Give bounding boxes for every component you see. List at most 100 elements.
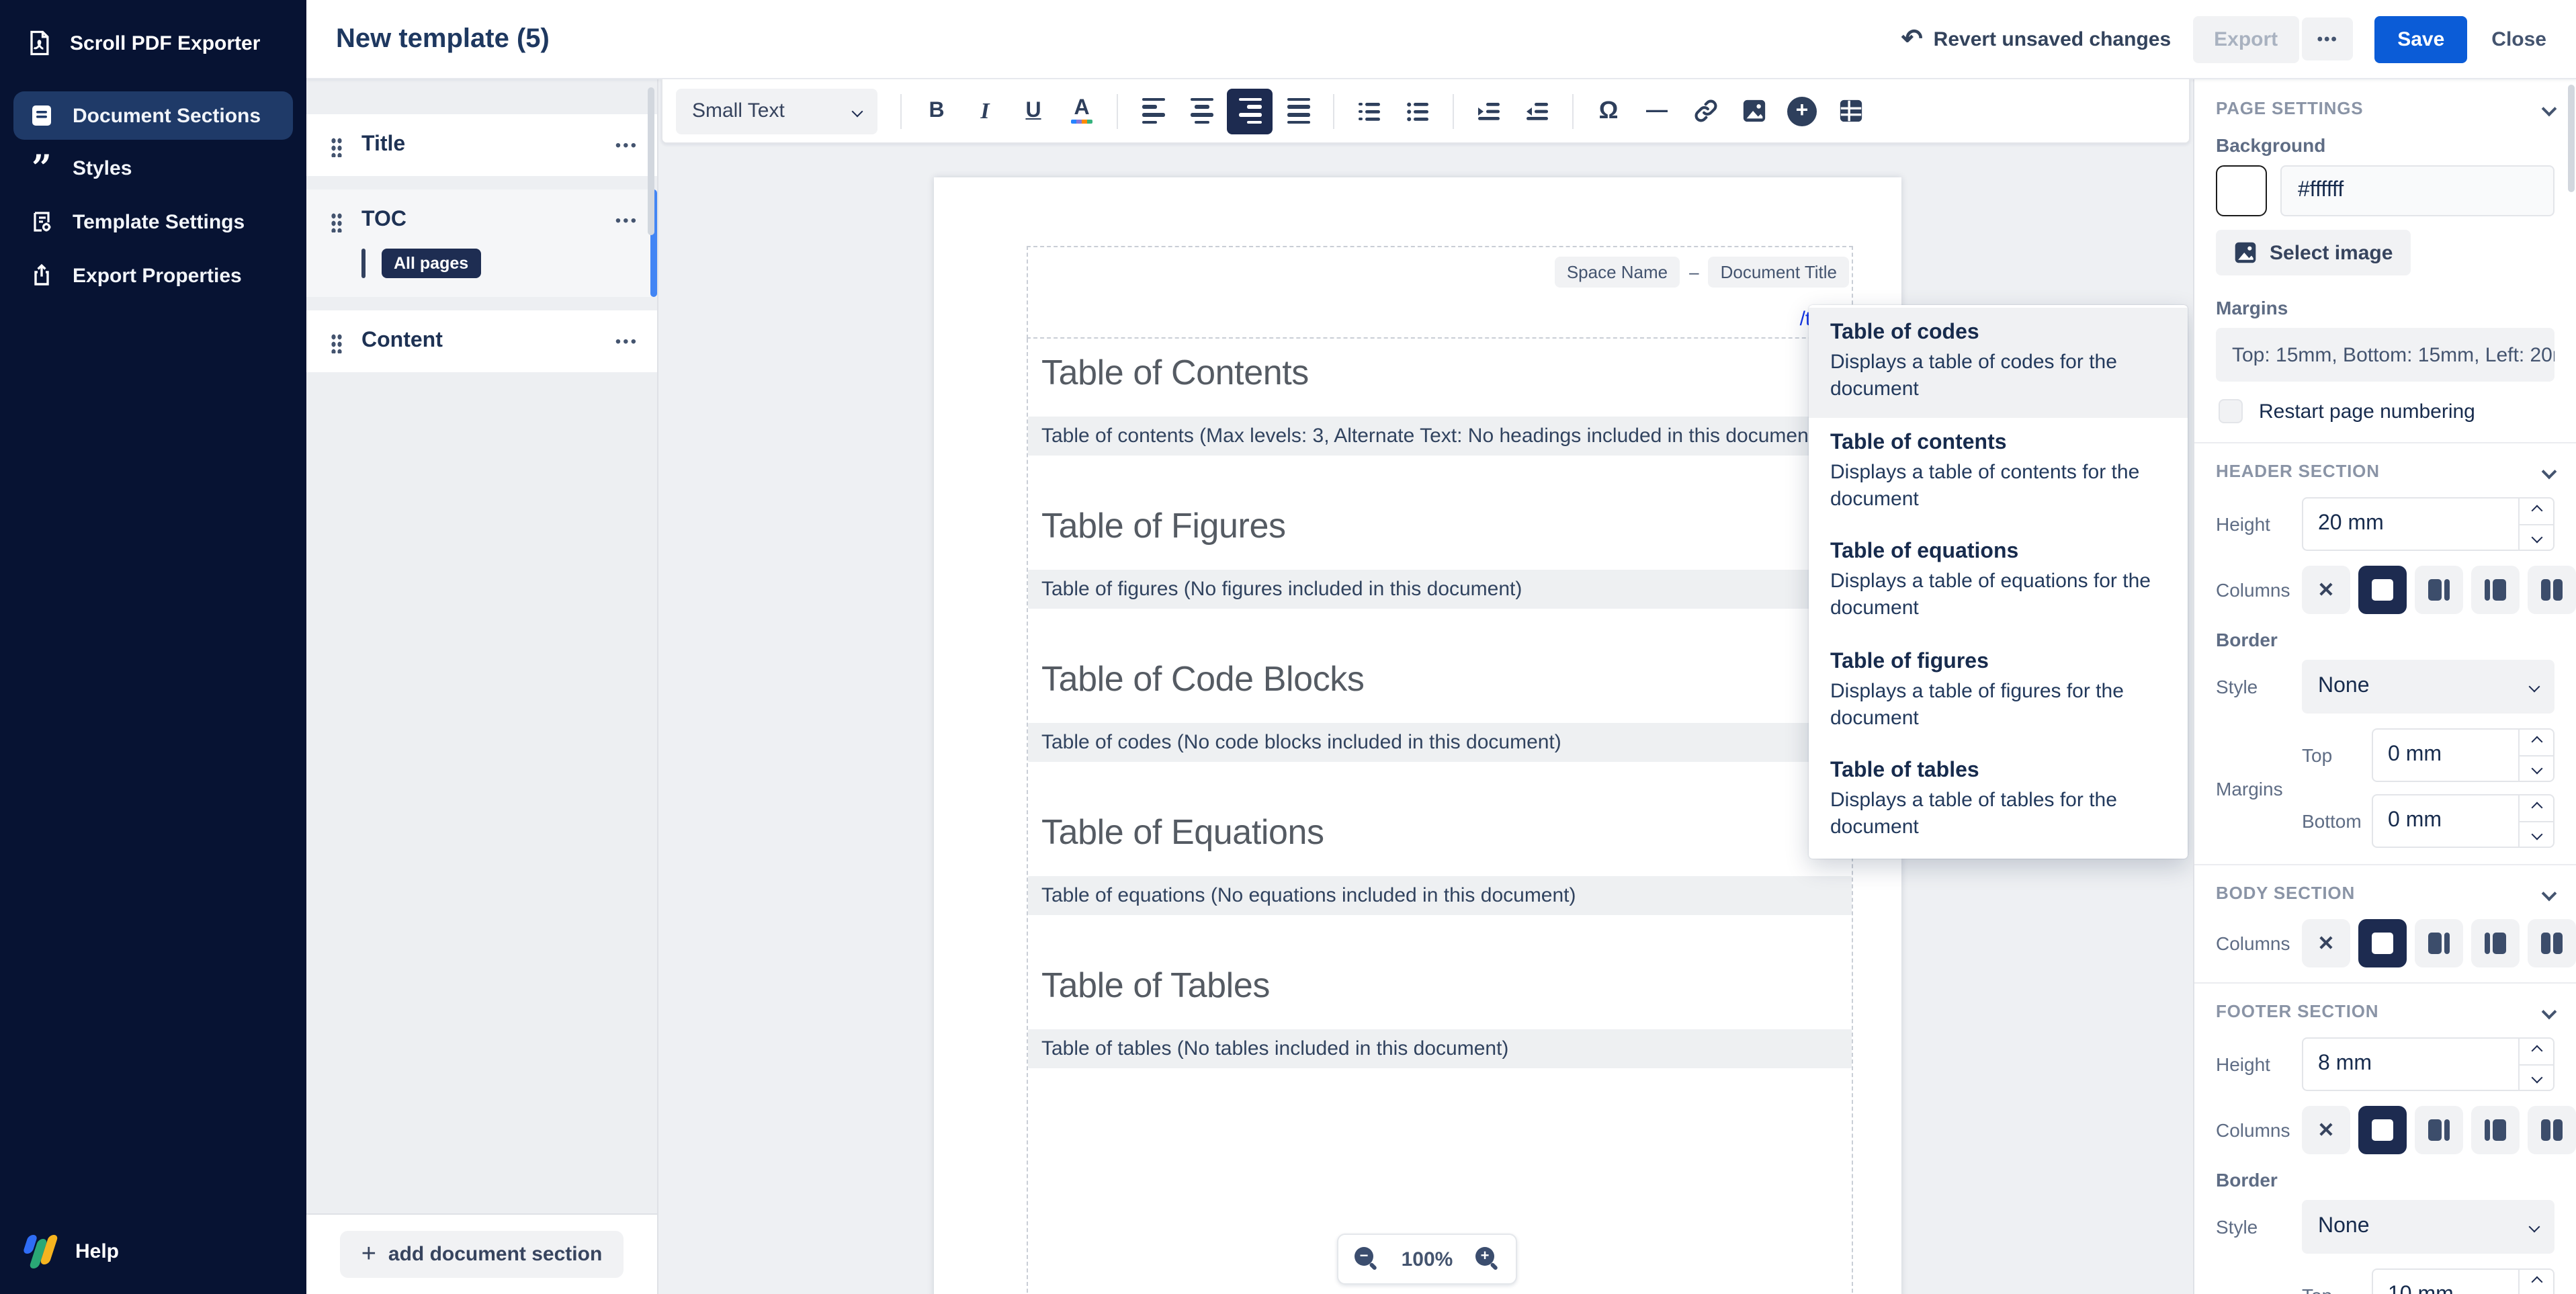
stepper-up-icon[interactable]: [2520, 499, 2553, 525]
section-menu-icon[interactable]: •••: [615, 329, 638, 351]
more-actions-button[interactable]: •••: [2302, 17, 2353, 60]
doc-placeholder[interactable]: Table of contents (Max levels: 3, Altern…: [1028, 417, 1852, 456]
ordered-list-button[interactable]: [1346, 88, 1392, 134]
add-document-section-button[interactable]: + add document section: [340, 1231, 624, 1278]
stepper-up-icon[interactable]: [2520, 1270, 2553, 1294]
columns-two-wide-right-button[interactable]: [2471, 919, 2520, 967]
doc-heading[interactable]: Table of Equations: [1028, 812, 1852, 853]
doc-placeholder[interactable]: Table of codes (No code blocks included …: [1028, 723, 1852, 762]
save-button[interactable]: Save: [2374, 15, 2467, 62]
header-border-style-select[interactable]: None: [2302, 660, 2554, 714]
header-margin-bottom-stepper[interactable]: 0 mm: [2372, 794, 2554, 848]
columns-two-wide-left-button[interactable]: [2415, 1106, 2463, 1154]
sidebar-item-template-settings[interactable]: Template Settings: [13, 198, 293, 246]
slash-command-text[interactable]: /table: [1031, 308, 1849, 331]
page-margins-field[interactable]: Top: 15mm, Bottom: 15mm, Left: 20mm,…: [2216, 328, 2554, 382]
footer-section-header[interactable]: FOOTER SECTION: [2216, 1001, 2554, 1021]
sections-scrollbar[interactable]: [648, 87, 654, 235]
section-card-title[interactable]: Title •••: [306, 114, 657, 176]
insert-table-button[interactable]: [1828, 88, 1873, 134]
restart-numbering-row[interactable]: Restart page numbering: [2219, 399, 2552, 423]
help-button[interactable]: Help: [0, 1213, 306, 1294]
bullet-list-button[interactable]: [1395, 88, 1441, 134]
underline-button[interactable]: U: [1011, 88, 1056, 134]
revert-unsaved-button[interactable]: ↶ Revert unsaved changes: [1901, 26, 2171, 52]
stepper-down-icon[interactable]: [2520, 1065, 2553, 1090]
italic-button[interactable]: I: [962, 88, 1008, 134]
dropdown-item-table-of-codes[interactable]: Table of codes Displays a table of codes…: [1809, 308, 2188, 417]
sidebar-item-document-sections[interactable]: Document Sections: [13, 91, 293, 140]
columns-single-button[interactable]: [2358, 919, 2407, 967]
dropdown-item-table-of-contents[interactable]: Table of contents Displays a table of co…: [1809, 417, 2188, 527]
doc-heading[interactable]: Table of Contents: [1028, 352, 1852, 394]
header-height-stepper[interactable]: 20 mm: [2302, 497, 2554, 551]
background-color-swatch[interactable]: [2216, 165, 2267, 216]
doc-placeholder[interactable]: Table of tables (No tables included in t…: [1028, 1029, 1852, 1068]
body-section-header[interactable]: BODY SECTION: [2216, 883, 2554, 903]
insert-element-button[interactable]: +: [1779, 88, 1825, 134]
stepper-down-icon[interactable]: [2520, 525, 2553, 550]
section-card-toc[interactable]: TOC All pages •••: [306, 189, 657, 297]
stepper-up-icon[interactable]: [2520, 730, 2553, 756]
header-section-header[interactable]: HEADER SECTION: [2216, 461, 2554, 481]
link-button[interactable]: [1682, 88, 1728, 134]
columns-two-wide-left-button[interactable]: [2415, 566, 2463, 614]
stepper-down-icon[interactable]: [2520, 756, 2553, 781]
doc-heading[interactable]: Table of Figures: [1028, 505, 1852, 547]
zoom-out-button[interactable]: −: [1355, 1247, 1379, 1271]
stepper-up-icon[interactable]: [2520, 795, 2553, 822]
section-menu-icon[interactable]: •••: [615, 133, 638, 155]
stepper-up-icon[interactable]: [2520, 1039, 2553, 1065]
dropdown-item-table-of-tables[interactable]: Table of tables Displays a table of tabl…: [1809, 746, 2188, 855]
space-name-chip[interactable]: Space Name: [1555, 257, 1680, 288]
align-left-button[interactable]: [1130, 88, 1176, 134]
doc-heading[interactable]: Table of Code Blocks: [1028, 658, 1852, 700]
doc-heading[interactable]: Table of Tables: [1028, 965, 1852, 1006]
page-header-section[interactable]: Space Name – Document Title /table: [1027, 246, 1853, 339]
zoom-in-button[interactable]: +: [1475, 1247, 1500, 1271]
columns-two-wide-right-button[interactable]: [2471, 1106, 2520, 1154]
columns-two-wide-left-button[interactable]: [2415, 919, 2463, 967]
columns-none-button[interactable]: ✕: [2302, 919, 2350, 967]
drag-handle-icon[interactable]: [331, 137, 343, 157]
sidebar-item-export-properties[interactable]: Export Properties: [13, 251, 293, 300]
background-hex-input[interactable]: [2280, 165, 2554, 216]
drag-handle-icon[interactable]: [331, 333, 343, 353]
footer-height-stepper[interactable]: 8 mm: [2302, 1037, 2554, 1091]
drag-handle-icon[interactable]: [331, 212, 343, 232]
doc-placeholder[interactable]: Table of figures (No figures included in…: [1028, 570, 1852, 609]
settings-scrollbar[interactable]: [2568, 85, 2575, 192]
page-settings-header[interactable]: PAGE SETTINGS: [2216, 98, 2554, 118]
sidebar-item-styles[interactable]: ” Styles: [13, 145, 293, 192]
restart-numbering-checkbox[interactable]: [2219, 399, 2243, 423]
columns-two-equal-button[interactable]: [2528, 919, 2576, 967]
align-right-button[interactable]: [1227, 88, 1273, 134]
section-menu-icon[interactable]: •••: [615, 208, 638, 230]
close-button[interactable]: Close: [2489, 15, 2549, 62]
justify-button[interactable]: [1275, 88, 1321, 134]
bold-button[interactable]: B: [914, 88, 959, 134]
text-color-button[interactable]: A: [1059, 88, 1105, 134]
document-title-chip[interactable]: Document Title: [1709, 257, 1849, 288]
footer-margin-top-stepper[interactable]: 10 mm: [2372, 1268, 2554, 1294]
outdent-button[interactable]: [1514, 88, 1560, 134]
dropdown-item-table-of-figures[interactable]: Table of figures Displays a table of fig…: [1809, 636, 2188, 746]
footer-border-style-select[interactable]: None: [2302, 1200, 2554, 1254]
align-center-button[interactable]: [1178, 88, 1224, 134]
export-button[interactable]: Export: [2192, 15, 2299, 62]
document-page[interactable]: Space Name – Document Title /table Table…: [934, 177, 1901, 1294]
special-character-button[interactable]: Ω: [1586, 88, 1631, 134]
columns-none-button[interactable]: ✕: [2302, 1106, 2350, 1154]
columns-none-button[interactable]: ✕: [2302, 566, 2350, 614]
columns-single-button[interactable]: [2358, 566, 2407, 614]
dropdown-item-table-of-equations[interactable]: Table of equations Displays a table of e…: [1809, 527, 2188, 636]
page-body-section[interactable]: Table of Contents Table of contents (Max…: [1027, 339, 1853, 1294]
columns-single-button[interactable]: [2358, 1106, 2407, 1154]
text-style-select[interactable]: Small Text: [676, 88, 877, 134]
indent-button[interactable]: [1466, 88, 1512, 134]
stepper-down-icon[interactable]: [2520, 822, 2553, 847]
columns-two-wide-right-button[interactable]: [2471, 566, 2520, 614]
insert-image-button[interactable]: [1731, 88, 1776, 134]
select-image-button[interactable]: Select image: [2216, 230, 2410, 275]
columns-two-equal-button[interactable]: [2528, 566, 2576, 614]
